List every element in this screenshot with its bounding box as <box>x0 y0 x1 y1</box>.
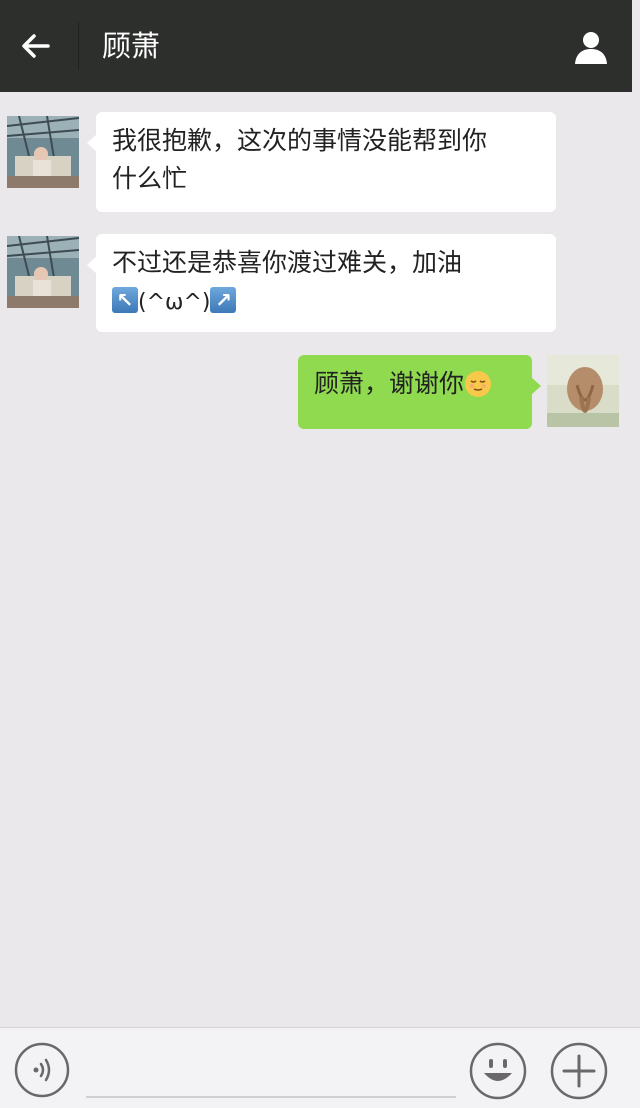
message-bubble-incoming[interactable]: 我很抱歉，这次的事情没能帮到你 什么忙 <box>87 112 556 212</box>
contact-avatar[interactable] <box>7 236 79 308</box>
arrow-up-right-emoji-icon: ↗ <box>210 287 237 313</box>
arrow-up-left-emoji-icon: ↖ <box>112 287 138 313</box>
person-icon <box>575 32 607 64</box>
voice-button[interactable] <box>14 1042 70 1098</box>
plus-icon <box>550 1042 608 1100</box>
contact-photo <box>7 236 79 308</box>
chat-area: 我很抱歉，这次的事情没能帮到你 什么忙 不过还是恭喜你渡过难关，加油 ↖ (^ω^… <box>0 92 640 1027</box>
arrow-left-icon <box>22 34 50 58</box>
my-photo <box>547 355 619 427</box>
message-line: 什么忙 <box>112 164 188 193</box>
message-bubble-incoming[interactable]: 不过还是恭喜你渡过难关，加油 ↖ (^ω^) ↗ <box>87 234 556 332</box>
emoji-button[interactable] <box>469 1042 527 1100</box>
smiley-icon <box>469 1042 527 1100</box>
input-bar <box>0 1027 640 1108</box>
more-button[interactable] <box>550 1042 608 1100</box>
kaomoji-text: (^ω^) <box>138 290 211 315</box>
relieved-face-icon <box>465 371 492 397</box>
voice-icon <box>14 1042 70 1098</box>
contact-avatar[interactable] <box>7 116 79 188</box>
message-line: 不过还是恭喜你渡过难关，加油 <box>112 248 463 277</box>
message-line: 我很抱歉，这次的事情没能帮到你 <box>112 126 488 155</box>
message-input[interactable] <box>86 1096 456 1098</box>
message-bubble-outgoing[interactable]: 顾萧，谢谢你 <box>298 355 541 429</box>
contact-photo <box>7 116 79 188</box>
message-text: 顾萧，谢谢你 <box>314 369 465 398</box>
header-divider <box>78 22 79 70</box>
back-button[interactable] <box>18 28 54 64</box>
my-avatar[interactable] <box>547 355 619 427</box>
chat-title: 顾萧 <box>102 29 161 63</box>
profile-button[interactable] <box>572 28 610 66</box>
top-bar: 顾萧 <box>0 0 632 92</box>
message-line-2: ↖ (^ω^) ↗ <box>112 282 540 322</box>
